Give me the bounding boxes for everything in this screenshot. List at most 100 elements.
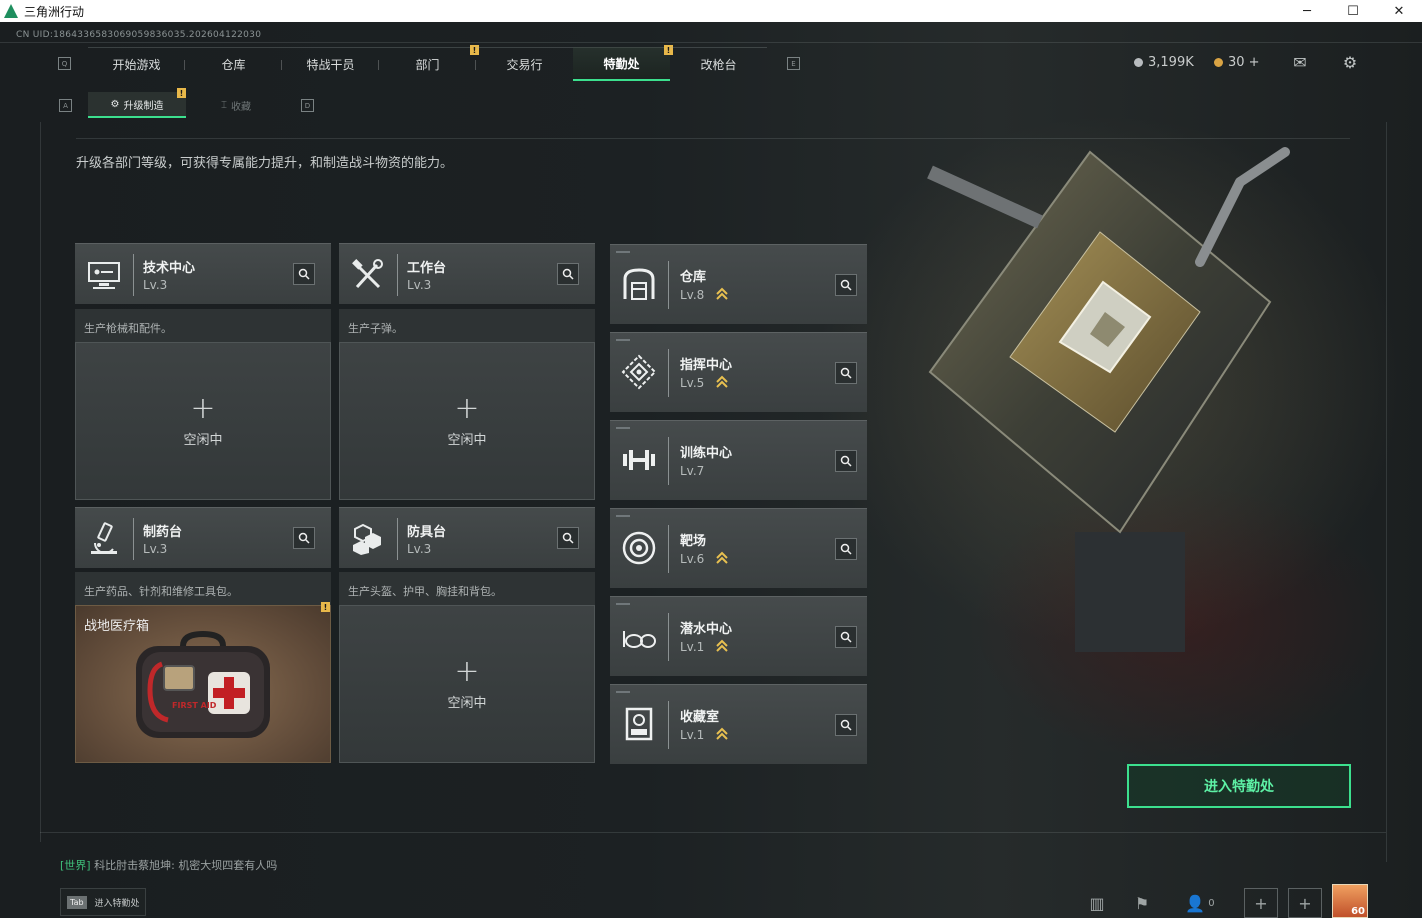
workstation-tech-center-header[interactable]: 技术中心 Lv.3 (75, 243, 331, 304)
gold-currency[interactable]: 30 + (1214, 55, 1260, 70)
subtab-collection[interactable]: ⌶ 收藏 (190, 92, 282, 118)
workstation-level: Lv.3 (407, 278, 432, 292)
department-name: 靶场 (680, 534, 707, 549)
tab-gunsmith[interactable]: 改枪台 (670, 47, 767, 81)
stats-chart-icon[interactable]: ▥ (1080, 888, 1114, 918)
collection-icon (625, 707, 653, 741)
search-icon[interactable] (835, 538, 857, 560)
tab-warehouse[interactable]: 仓库 (185, 47, 282, 81)
close-button[interactable]: ✕ (1376, 0, 1422, 22)
dumbbell-icon (623, 450, 655, 470)
department-level: Lv.1 (680, 640, 705, 654)
medkit-image: FIRST AID (136, 630, 270, 738)
craft-slot-active[interactable]: 战地医疗箱 ! FIRST AID (75, 602, 331, 763)
tab-departments[interactable]: 部门 ! (379, 45, 479, 81)
hud-line (0, 42, 1422, 43)
search-icon[interactable] (557, 527, 579, 549)
department-level: Lv.6 (680, 552, 705, 566)
enter-special-ops-button[interactable]: 进入特勤处 (1127, 764, 1351, 808)
chat-text: 机密大坝四套有人吗 (178, 859, 278, 872)
notification-badge: ! (177, 88, 186, 98)
search-icon[interactable] (293, 527, 315, 549)
tab-key-label: Tab (67, 895, 87, 909)
department-collection-room[interactable]: 收藏室 Lv.1 (610, 684, 867, 764)
friends-button[interactable]: 👤 0 (1180, 888, 1220, 918)
department-training-center[interactable]: 训练中心 Lv.7 (610, 420, 867, 500)
player-avatar[interactable]: 60 (1332, 884, 1368, 918)
search-icon[interactable] (557, 263, 579, 285)
subtab-prev-key-hint: A (59, 99, 72, 112)
subtab-upgrade-craft[interactable]: ⚙ 升级制造 ! (88, 88, 186, 118)
search-icon[interactable] (835, 450, 857, 472)
medkit-label: FIRST AID (172, 701, 217, 710)
department-diving-center[interactable]: 潜水中心 Lv.1 (610, 596, 867, 676)
special-ops-cube-illustration (927, 147, 1290, 652)
flag-icon[interactable]: ⚑ (1125, 888, 1159, 918)
craft-slot-idle[interactable]: + 空闲中 (339, 342, 595, 500)
chat-latest-message[interactable]: [世界] 科比肘击蔡旭坤: 机密大坝四套有人吗 (60, 857, 277, 873)
tab-start-game[interactable]: 开始游戏 (88, 47, 185, 81)
search-icon[interactable] (835, 714, 857, 736)
department-command-center[interactable]: 指挥中心 Lv.5 (610, 332, 867, 412)
add-icon: + (454, 390, 480, 426)
workstation-name: 工作台 (407, 261, 447, 276)
department-name: 潜水中心 (680, 622, 733, 637)
notification-badge: ! (321, 602, 330, 612)
divider (133, 254, 134, 296)
department-level: Lv.5 (680, 376, 705, 390)
slot-status: 空闲中 (447, 432, 487, 448)
search-icon[interactable] (293, 263, 315, 285)
tab-special-ops[interactable]: 特勤处 ! (573, 45, 673, 81)
add-teammate-button[interactable]: + (1288, 888, 1322, 918)
gear-icon[interactable]: ⚙ (1340, 53, 1360, 72)
friends-icon: 👤 (1185, 893, 1206, 913)
divider (668, 349, 669, 397)
workstation-name: 防具台 (407, 525, 447, 540)
hud-line (40, 122, 41, 842)
search-icon[interactable] (835, 362, 857, 384)
silver-coin-icon (1134, 58, 1143, 67)
workstation-description: 生产头盔、护甲、胸挂和背包。 (339, 572, 595, 605)
department-name: 指挥中心 (680, 358, 733, 373)
department-level: Lv.8 (680, 288, 705, 302)
workstation-description: 生产子弹。 (339, 309, 595, 342)
page-description: 升级各部门等级，可获得专属能力提升，和制造战斗物资的能力。 (76, 156, 454, 171)
tab-hint-label: 进入特勤处 (94, 898, 140, 909)
workstation-pharmacy-header[interactable]: 制药台 Lv.3 (75, 507, 331, 568)
tab-key-hint[interactable]: Tab 进入特勤处 (60, 888, 146, 916)
maximize-button[interactable]: ☐ (1330, 0, 1376, 22)
nav-next-key-hint: E (787, 57, 800, 70)
department-shooting-range[interactable]: 靶场 Lv.6 (610, 508, 867, 588)
mail-icon[interactable]: ✉ (1290, 53, 1310, 72)
search-icon[interactable] (835, 274, 857, 296)
workstation-description: 生产枪械和配件。 (75, 309, 331, 342)
department-level: Lv.7 (680, 464, 705, 478)
department-name: 训练中心 (680, 446, 733, 461)
workstation-armory-header[interactable]: 防具台 Lv.3 (339, 507, 595, 568)
craft-slot-idle[interactable]: + 空闲中 (75, 342, 331, 500)
add-icon: + (190, 390, 216, 426)
divider (668, 701, 669, 749)
chat-sender: 科比肘击蔡旭坤: (94, 859, 175, 872)
divider (397, 254, 398, 296)
microscope-icon (91, 522, 117, 554)
workstation-name: 制药台 (143, 525, 183, 540)
goggles-icon (623, 631, 656, 648)
workstation-level: Lv.3 (407, 542, 432, 556)
silver-currency[interactable]: 3,199K (1134, 55, 1194, 70)
minimize-button[interactable]: ─ (1284, 0, 1330, 22)
tab-trading[interactable]: 交易行 (476, 47, 573, 81)
department-warehouse[interactable]: 仓库 Lv.8 (610, 244, 867, 324)
tab-operators[interactable]: 特战干员 (282, 47, 379, 81)
add-teammate-button[interactable]: + (1244, 888, 1278, 918)
warehouse-icon (623, 268, 655, 300)
divider (133, 518, 134, 560)
workstation-description: 生产药品、针剂和维修工具包。 (75, 572, 331, 605)
nav-prev-key-hint: Q (58, 57, 71, 70)
craft-slot-idle[interactable]: + 空闲中 (339, 605, 595, 763)
upgrade-arrow-icon (716, 375, 728, 388)
department-level: Lv.1 (680, 728, 705, 742)
workstation-workbench-header[interactable]: 工作台 Lv.3 (339, 243, 595, 304)
tools-icon (352, 259, 383, 289)
search-icon[interactable] (835, 626, 857, 648)
